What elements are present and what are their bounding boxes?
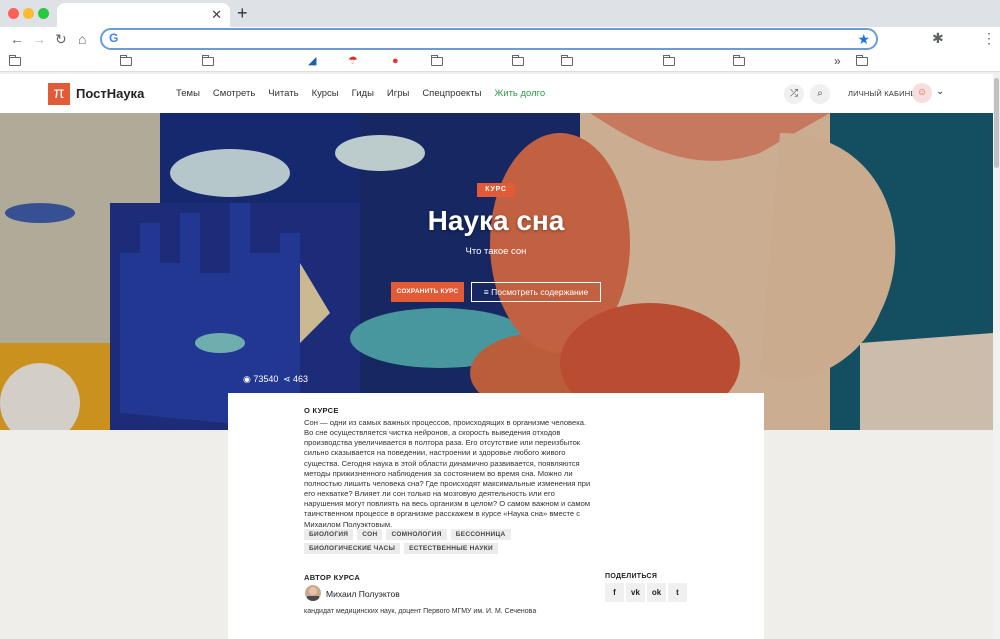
bookmark-folder-icon[interactable] [120, 55, 132, 66]
bookmark-umbrella-icon[interactable]: ☂ [348, 55, 358, 68]
author-avatar[interactable] [305, 585, 321, 601]
chevron-down-icon[interactable]: ⌄ [936, 86, 944, 97]
author-name[interactable]: Михаил Полуэктов [326, 589, 400, 599]
main-nav: Темы Смотреть Читать Курсы Гиды Игры Спе… [176, 88, 545, 99]
bookmark-folder-icon[interactable] [512, 55, 524, 66]
browser-titlebar: ✕ + [0, 0, 1000, 27]
share-heading: ПОДЕЛИТЬСЯ [605, 573, 658, 580]
maximize-window-button[interactable] [38, 8, 49, 19]
user-avatar-icon[interactable]: ☺ [912, 83, 932, 103]
eye-icon: ◉ [243, 374, 254, 384]
bookmarks-overflow-icon[interactable]: » [834, 55, 841, 68]
tag[interactable]: СОМНОЛОГИЯ [386, 529, 447, 540]
nav-item-read[interactable]: Читать [268, 88, 298, 99]
views-count: 73540 [253, 374, 279, 384]
about-heading: О КУРСЕ [304, 406, 339, 415]
twitter-icon[interactable]: t [668, 583, 687, 602]
bookmarks-bar: ◢ ☂ ● » [0, 52, 1000, 72]
search-icon[interactable]: ⌕ [810, 84, 830, 104]
browser-menu-icon[interactable]: ⋮ [982, 30, 996, 47]
browser-tab[interactable]: ✕ [57, 3, 230, 27]
site-header: π ПостНаука Темы Смотреть Читать Курсы Г… [0, 74, 993, 113]
nav-item-games[interactable]: Игры [387, 88, 409, 99]
facebook-icon[interactable]: f [605, 583, 624, 602]
back-icon[interactable]: ← [10, 29, 24, 49]
bookmark-folder-icon[interactable] [561, 55, 573, 66]
tab-close-icon[interactable]: ✕ [211, 6, 222, 24]
course-badge: КУРС [477, 183, 515, 197]
forward-icon[interactable]: → [32, 29, 46, 49]
page-scrollbar[interactable] [993, 74, 1000, 639]
course-subtitle: Что такое сон [465, 246, 527, 257]
nav-item-live-long[interactable]: Жить долго [494, 88, 545, 99]
list-icon: ≡ [483, 287, 492, 297]
tag[interactable]: БИОЛОГИЯ [304, 529, 354, 540]
logo-mark[interactable]: π [48, 83, 70, 105]
nav-item-guides[interactable]: Гиды [352, 88, 374, 99]
address-bar[interactable]: G ★ [100, 28, 878, 50]
about-text: Сон — одни из самых важных процессов, пр… [304, 418, 591, 529]
minimize-window-button[interactable] [23, 8, 34, 19]
new-tab-icon[interactable]: + [237, 3, 248, 23]
bookmark-pin-icon[interactable]: ● [392, 55, 399, 68]
view-contents-button[interactable]: ≡ Посмотреть содержание [471, 282, 601, 302]
shares-stat: ⋖ 463 [283, 373, 308, 385]
reload-icon[interactable]: ↻ [55, 29, 67, 49]
tag[interactable]: СОН [357, 529, 383, 540]
bookmark-folder-icon[interactable] [9, 55, 21, 66]
hero-tint-overlay [0, 113, 993, 430]
tag[interactable]: БЕССОННИЦА [450, 529, 511, 540]
bookmark-folder-icon[interactable] [856, 55, 868, 66]
save-course-button[interactable]: СОХРАНИТЬ КУРС [391, 282, 464, 302]
tag[interactable]: БИОЛОГИЧЕСКИЕ ЧАСЫ [304, 543, 401, 554]
nav-item-topics[interactable]: Темы [176, 88, 200, 99]
bookmark-folder-icon[interactable] [733, 55, 745, 66]
logo-text[interactable]: ПостНаука [76, 86, 144, 101]
view-contents-label: Посмотреть содержание [491, 287, 589, 297]
bookmark-folder-icon[interactable] [431, 55, 443, 66]
google-icon: G [109, 31, 119, 45]
share-icon: ⋖ [283, 374, 294, 384]
home-icon[interactable]: ⌂ [78, 29, 86, 49]
odnoklassniki-icon[interactable]: ok [647, 583, 666, 602]
shuffle-icon[interactable]: ⤮ [784, 84, 804, 104]
shares-count: 463 [293, 374, 309, 384]
author-heading: АВТОР КУРСА [304, 573, 361, 582]
scrollbar-thumb[interactable] [994, 78, 999, 168]
extensions-icon[interactable]: ✱ [932, 30, 944, 47]
vk-icon[interactable]: vk [626, 583, 645, 602]
close-window-button[interactable] [8, 8, 19, 19]
tag[interactable]: ЕСТЕСТВЕННЫЕ НАУКИ [404, 543, 498, 554]
cabinet-link[interactable]: ЛИЧНЫЙ КАБИНЕТ [848, 89, 920, 98]
bookmark-folder-icon[interactable] [202, 55, 214, 66]
bookmark-star-icon[interactable]: ★ [857, 30, 870, 48]
nav-item-courses[interactable]: Курсы [312, 88, 339, 99]
bookmark-folder-icon[interactable] [663, 55, 675, 66]
nav-item-special[interactable]: Спецпроекты [422, 88, 481, 99]
nav-item-watch[interactable]: Смотреть [213, 88, 255, 99]
views-stat: ◉ 73540 [243, 373, 278, 385]
course-title: Наука сна [427, 205, 565, 236]
author-description: кандидат медицинских наук, доцент Первог… [304, 608, 537, 615]
bookmark-wave-icon[interactable]: ◢ [308, 55, 316, 68]
hero-banner [0, 113, 993, 430]
tag-list: БИОЛОГИЯ СОН СОМНОЛОГИЯ БЕССОННИЦА БИОЛО… [304, 529, 544, 554]
